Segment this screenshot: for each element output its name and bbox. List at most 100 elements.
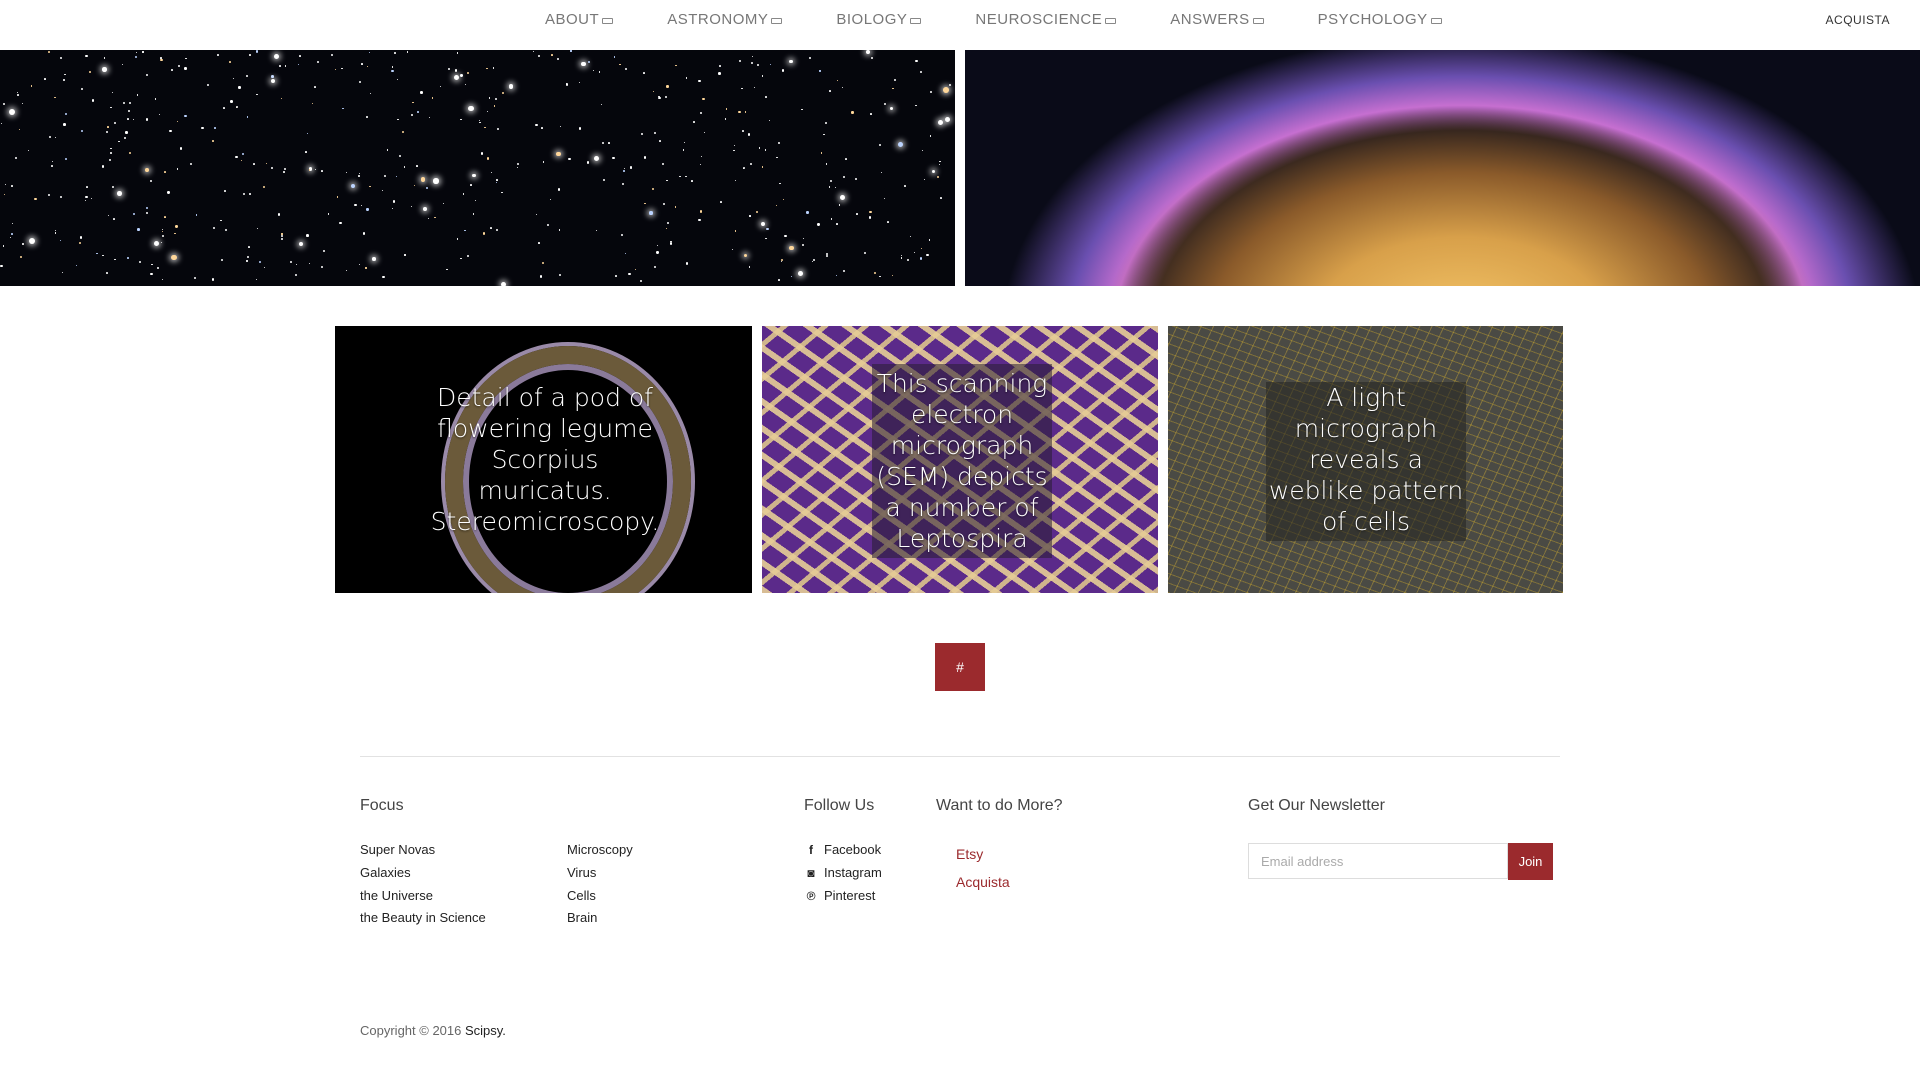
star-dot [586, 161, 590, 164]
acquista-link[interactable]: ACQUISTA [1826, 13, 1890, 27]
email-input[interactable] [1248, 843, 1508, 879]
star-dot [640, 133, 643, 136]
star-dot [494, 97, 498, 101]
star-dot [593, 155, 600, 162]
gallery-tile[interactable]: This scanning electron micrograph (SEM) … [762, 326, 1158, 593]
star-dot [307, 132, 309, 134]
star-dot [102, 67, 107, 72]
nav-item-astronomy[interactable]: ASTRONOMY [667, 11, 783, 28]
star-dot [762, 166, 764, 168]
focus-link[interactable]: the Beauty in Science [360, 910, 486, 925]
star-dot [297, 64, 300, 66]
focus-heading: Focus [360, 797, 404, 814]
focus-link[interactable]: Galaxies [360, 865, 411, 880]
nav-item-psychology[interactable]: PSYCHOLOGY [1318, 11, 1442, 28]
star-dot [851, 111, 854, 114]
star-dot [96, 252, 98, 255]
star-dot [892, 275, 894, 277]
star-dot [791, 276, 793, 278]
nav-item-biology[interactable]: BIOLOGY [836, 11, 922, 28]
focus-link[interactable]: the Universe [360, 888, 433, 903]
star-dot [603, 179, 606, 182]
star-dot [939, 160, 941, 163]
dropdown-caret-icon [910, 17, 922, 24]
star-dot [281, 234, 284, 237]
star-dot [539, 275, 542, 278]
star-dot [14, 156, 18, 160]
focus-link[interactable]: Microscopy [567, 842, 633, 857]
star-dot [28, 150, 30, 152]
star-dot [248, 54, 251, 57]
focus-link[interactable]: Cells [567, 888, 596, 903]
star-dot [258, 260, 261, 263]
copyright: Copyright © 2016 Scipsy. [360, 1023, 506, 1038]
star-dot [735, 179, 737, 181]
star-dot [59, 56, 63, 60]
star-dot [107, 214, 109, 216]
star-dot [277, 213, 280, 216]
star-dot [842, 269, 845, 272]
pagination-button[interactable]: # [935, 643, 985, 691]
star-dot [154, 240, 160, 246]
star-dot [761, 75, 764, 77]
star-dot [615, 274, 618, 277]
star-dot [649, 211, 653, 215]
focus-link[interactable]: Super Novas [360, 842, 435, 857]
star-dot [776, 156, 778, 159]
star-dot [85, 54, 88, 58]
star-dot [162, 228, 164, 230]
star-dot [744, 111, 747, 113]
footer-divider [360, 756, 1560, 757]
star-dot [416, 165, 418, 167]
star-dot [897, 141, 903, 148]
star-dot [686, 262, 689, 265]
star-dot [195, 214, 198, 216]
star-dot [532, 50, 535, 53]
star-dot [556, 58, 559, 61]
join-button[interactable]: Join [1508, 843, 1553, 880]
gallery-tile[interactable]: Detail of a pod of flowering legume Scor… [335, 326, 752, 593]
star-dot [54, 232, 57, 234]
etsy-link[interactable]: Etsy [956, 846, 983, 862]
brand-link[interactable]: Scipsy. [465, 1023, 506, 1038]
focus-link[interactable]: Brain [567, 910, 597, 925]
gallery-tile[interactable]: A light micrograph reveals a weblike pat… [1168, 326, 1563, 593]
star-dot [919, 257, 922, 260]
instagram-link[interactable]: ◙ Instagram [804, 865, 881, 880]
star-dot [160, 242, 162, 244]
star-dot [883, 197, 886, 200]
nav-item-answers[interactable]: ANSWERS [1170, 11, 1264, 28]
star-dot [501, 91, 505, 95]
star-dot [64, 157, 68, 161]
star-dot [109, 106, 112, 109]
star-dot [938, 163, 940, 166]
acquista-footer-link[interactable]: Acquista [956, 874, 1010, 890]
star-dot [666, 85, 669, 88]
star-dot [413, 184, 415, 186]
star-dot [823, 133, 825, 136]
star-dot [256, 227, 259, 230]
facebook-link[interactable]: f Facebook [804, 842, 881, 857]
nav-item-about[interactable]: ABOUT [545, 11, 614, 28]
star-dot [167, 191, 170, 194]
star-dot [692, 121, 695, 123]
star-dot [242, 192, 245, 195]
star-dot [137, 228, 140, 231]
nav-item-neuroscience[interactable]: NEUROSCIENCE [975, 11, 1117, 28]
star-dot [366, 208, 369, 211]
star-dot [315, 169, 317, 171]
star-dot [201, 126, 204, 130]
star-dot [283, 167, 287, 170]
star-dot [829, 179, 833, 183]
star-dot [285, 65, 287, 67]
star-dot [10, 236, 12, 238]
star-dot [111, 185, 114, 188]
star-dot [493, 105, 495, 107]
star-dot [550, 198, 552, 201]
star-dot [596, 229, 598, 231]
star-dot [472, 213, 475, 215]
pinterest-link[interactable]: ℗ Pinterest [804, 888, 876, 903]
star-dot [942, 86, 949, 93]
star-dot [396, 175, 398, 177]
focus-link[interactable]: Virus [567, 865, 596, 880]
